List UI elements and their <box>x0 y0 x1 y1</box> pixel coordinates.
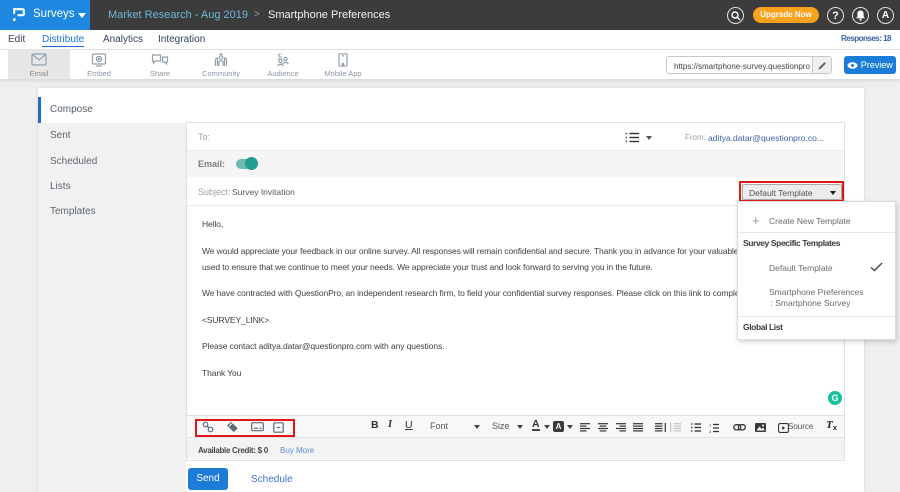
svg-text:2: 2 <box>709 429 712 433</box>
svg-text:1: 1 <box>709 423 712 428</box>
